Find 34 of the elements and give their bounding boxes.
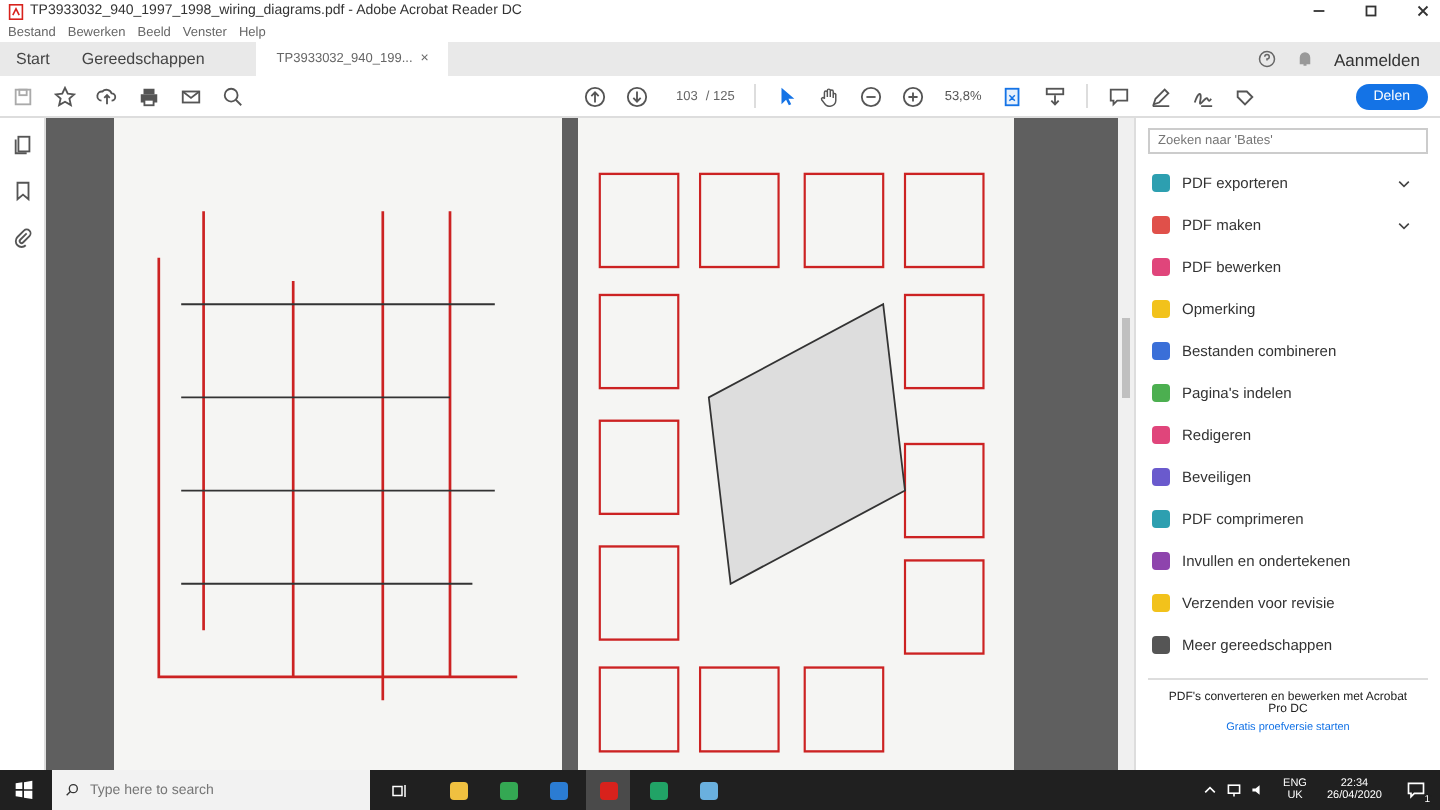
windows-start-icon[interactable] [14,780,34,800]
tag-icon[interactable] [1233,85,1256,107]
chevron-down-icon[interactable] [1396,175,1412,191]
zoom-in-icon[interactable] [902,85,925,107]
upload-icon[interactable] [96,85,118,107]
help-icon[interactable] [1257,50,1276,68]
notification-icon[interactable] [1406,780,1426,800]
page-down-icon[interactable] [626,85,648,107]
tab[interactable]: Start [0,42,66,76]
mail-icon[interactable] [180,85,202,107]
star-icon[interactable] [54,85,76,107]
fit-page-icon[interactable] [1001,85,1024,107]
sign-in-link[interactable]: Aanmelden [1333,49,1420,69]
chevron-down-icon[interactable] [1396,217,1412,233]
chevron-up-icon[interactable] [1201,782,1218,798]
page-up-icon[interactable] [584,85,606,107]
network-icon[interactable] [1225,782,1242,798]
paperclip-icon[interactable] [11,226,33,248]
task-view-icon[interactable] [390,781,408,799]
search-icon[interactable] [64,782,80,798]
print-icon[interactable] [138,85,160,107]
pen-icon[interactable] [1149,85,1172,107]
hand-icon[interactable] [818,85,841,107]
speaker-icon[interactable] [1249,782,1266,798]
bookmark-icon[interactable] [11,180,33,202]
close-icon[interactable] [1414,2,1432,20]
scroll-mode-icon[interactable] [1043,85,1066,107]
pages-icon[interactable] [11,134,33,156]
comment-icon[interactable] [1107,85,1130,107]
pointer-icon[interactable] [776,85,799,107]
zoom-out-icon[interactable] [860,85,883,107]
maximize-icon[interactable] [1362,2,1380,20]
tab[interactable]: Gereedschappen [65,42,221,76]
search-icon[interactable] [222,85,244,107]
